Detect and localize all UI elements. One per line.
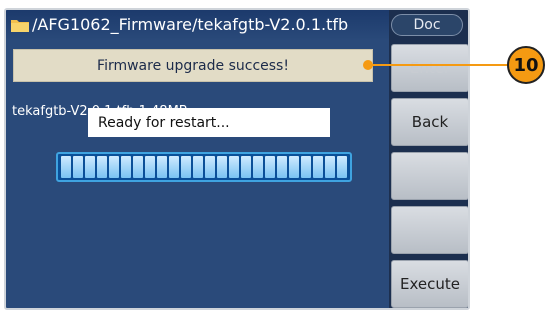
status-message: Firmware upgrade success! (97, 57, 289, 74)
folder-icon (11, 20, 29, 32)
device-screen: /AFG1062_Firmware/tekafgtb-V2.0.1.tfb Fi… (4, 8, 470, 310)
progress-segment (301, 156, 311, 178)
progress-segment (169, 156, 179, 178)
progress-segment (337, 156, 347, 178)
progress-segment (145, 156, 155, 178)
softkey-blank-1[interactable] (391, 152, 468, 200)
progress-segment (217, 156, 227, 178)
softkey-panel: Doc Enter Back Execute (389, 10, 468, 308)
callout-number: 10 (513, 54, 539, 76)
doc-label: Doc (413, 17, 441, 33)
callout-badge: 10 (507, 46, 545, 84)
progress-segment (73, 156, 83, 178)
progress-segment (289, 156, 299, 178)
progress-segment (157, 156, 167, 178)
progress-segment (181, 156, 191, 178)
title-bar: /AFG1062_Firmware/tekafgtb-V2.0.1.tfb (6, 10, 390, 41)
execute-label: Execute (400, 275, 460, 293)
progress-segment (253, 156, 263, 178)
file-path: /AFG1062_Firmware/tekafgtb-V2.0.1.tfb (32, 15, 349, 34)
progress-segment (265, 156, 275, 178)
progress-segment (241, 156, 251, 178)
progress-segment (229, 156, 239, 178)
progress-segment (133, 156, 143, 178)
softkey-blank-2[interactable] (391, 206, 468, 254)
back-label: Back (411, 113, 449, 131)
progress-segment (85, 156, 95, 178)
restart-message: Ready for restart... (98, 114, 230, 131)
back-button[interactable]: Back (391, 98, 468, 146)
progress-bar (56, 152, 352, 182)
doc-button[interactable]: Doc (391, 14, 463, 36)
progress-segment (193, 156, 203, 178)
execute-button[interactable]: Execute (391, 260, 468, 308)
enter-button[interactable]: Enter (391, 44, 468, 92)
progress-segment (205, 156, 215, 178)
callout-line (368, 64, 508, 66)
progress-segment (313, 156, 323, 178)
restart-dialog: Ready for restart... (88, 108, 330, 137)
progress-segment (325, 156, 335, 178)
progress-segment (277, 156, 287, 178)
progress-segment (109, 156, 119, 178)
status-bar: Firmware upgrade success! (13, 49, 373, 82)
enter-label: Enter (409, 59, 451, 77)
progress-segment (97, 156, 107, 178)
progress-segment (121, 156, 131, 178)
progress-segment (61, 156, 71, 178)
